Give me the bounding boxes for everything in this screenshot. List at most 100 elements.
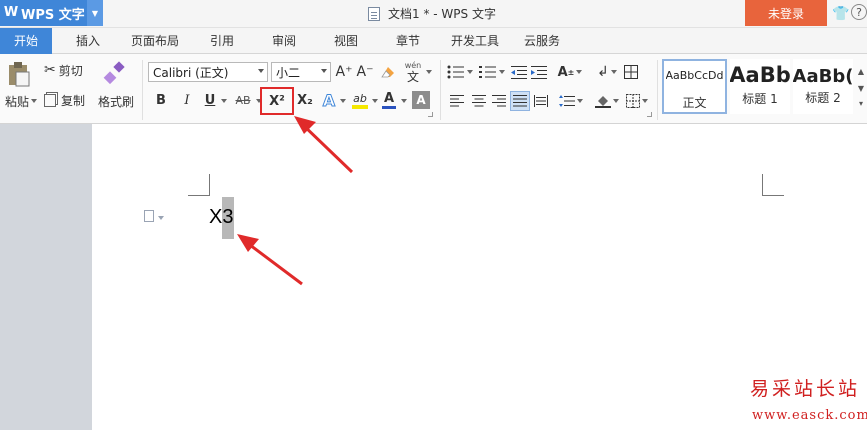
bold-button[interactable]: B xyxy=(152,90,170,110)
font-size-select[interactable]: 小二 xyxy=(271,62,331,82)
justify-icon[interactable] xyxy=(510,91,530,111)
tab-references[interactable]: 引用 xyxy=(196,28,248,54)
borders-icon[interactable] xyxy=(624,92,650,110)
format-painter-button[interactable]: 格式刷 xyxy=(96,92,136,110)
increase-indent-icon[interactable] xyxy=(530,62,548,82)
highlight-color-swatch xyxy=(352,104,368,109)
font-dialog-launcher[interactable] xyxy=(428,112,433,117)
text-effect-button[interactable]: A xyxy=(320,90,338,110)
tab-page-layout[interactable]: 页面布局 xyxy=(124,28,186,54)
font-color-button[interactable]: A xyxy=(380,90,398,110)
ribbon-tabs: 开始 插入 页面布局 引用 审阅 视图 章节 开发工具 云服务 xyxy=(0,28,867,54)
styles-scroll[interactable]: ▲ ▼ ▾ xyxy=(855,60,867,114)
help-icon[interactable]: ? xyxy=(851,4,867,20)
style-heading-1-label: 标题 1 xyxy=(742,92,778,106)
style-heading-1[interactable]: AaBb 标题 1 xyxy=(730,59,790,114)
paragraph-dialog-launcher[interactable] xyxy=(647,112,652,117)
pinyin-guide-button[interactable]: wén 文 xyxy=(402,58,424,86)
title-bar: W WPS 文字 ▼ 文档1 * - WPS 文字 未登录 👕 ? xyxy=(0,0,867,28)
strikethrough-button[interactable]: AB xyxy=(232,90,254,110)
tab-insert[interactable]: 插入 xyxy=(62,28,114,54)
scissors-icon: ✂ xyxy=(44,62,56,78)
clear-format-icon[interactable] xyxy=(378,62,398,82)
watermark-name: 易采站长站 xyxy=(750,378,861,400)
numbered-list-icon[interactable] xyxy=(478,62,506,82)
paragraph-options-icon[interactable] xyxy=(144,210,154,222)
highlighter-icon: ab xyxy=(353,91,367,105)
document-area: X3 xyxy=(0,124,867,430)
separator xyxy=(142,60,143,120)
shrink-font-button[interactable]: A⁻ xyxy=(356,62,374,82)
paste-label: 粘贴 xyxy=(4,94,29,109)
skin-shirt-icon[interactable]: 👕 xyxy=(832,6,849,22)
line-spacing-icon[interactable] xyxy=(558,92,584,110)
style-heading-1-sample: AaBb xyxy=(730,63,790,87)
separator xyxy=(657,60,658,120)
highlight-button[interactable]: ab xyxy=(350,90,370,110)
watermark-url: www.easck.com xyxy=(752,408,867,423)
paragraph-mark-icon[interactable]: ↲ xyxy=(594,62,620,82)
app-menu-button[interactable]: W WPS 文字 ▼ xyxy=(0,0,103,26)
style-normal-sample: AaBbCcDd xyxy=(665,69,724,82)
tab-cloud[interactable]: 云服务 xyxy=(514,28,570,54)
superscript-highlight-box xyxy=(260,87,294,115)
style-more-icon[interactable]: ▾ xyxy=(859,99,863,108)
paste-button[interactable]: 粘贴 xyxy=(2,92,40,110)
document-text[interactable]: X3 xyxy=(209,206,233,229)
font-color-letter: A xyxy=(383,90,395,106)
style-heading-2[interactable]: AaBb( 标题 2 xyxy=(793,59,853,114)
tab-section[interactable]: 章节 xyxy=(382,28,434,54)
char-shading-button[interactable]: A xyxy=(412,91,430,109)
paragraph-shading-icon[interactable] xyxy=(594,92,620,110)
document-text-line[interactable]: X3 xyxy=(209,206,233,229)
grow-font-button[interactable]: A⁺ xyxy=(335,62,353,82)
copy-label: 复制 xyxy=(61,93,86,108)
style-scroll-up-icon[interactable]: ▲ xyxy=(858,67,864,76)
table-grid-icon[interactable] xyxy=(622,62,640,82)
window-title-text: 文档1 * - WPS 文字 xyxy=(388,7,496,21)
italic-button[interactable]: I xyxy=(178,90,196,110)
login-button[interactable]: 未登录 xyxy=(745,0,827,26)
underline-button[interactable]: U xyxy=(202,90,218,110)
align-center-icon[interactable] xyxy=(470,92,488,110)
copy-icon xyxy=(44,93,56,107)
decrease-indent-icon[interactable] xyxy=(510,62,528,82)
font-family-select[interactable]: Calibri (正文) xyxy=(148,62,268,82)
font-family-value: Calibri (正文) xyxy=(153,65,229,80)
style-heading-2-label: 标题 2 xyxy=(805,91,841,105)
paste-icon[interactable] xyxy=(4,60,34,88)
margin-mark-right xyxy=(762,174,784,196)
tab-review[interactable]: 审阅 xyxy=(258,28,310,54)
margin-mark-left xyxy=(188,174,210,196)
font-size-value: 小二 xyxy=(276,65,301,80)
cut-label: 剪切 xyxy=(58,63,83,78)
subscript-button[interactable]: X₂ xyxy=(294,90,316,110)
separator xyxy=(440,60,441,120)
tab-home[interactable]: 开始 xyxy=(0,28,52,54)
cut-button[interactable]: ✂ 剪切 xyxy=(44,60,94,80)
style-normal[interactable]: AaBbCcDd 正文 xyxy=(662,59,727,114)
ribbon-toolbar: 粘贴 ✂ 剪切 复制 格式刷 Calibri (正文) 小二 A⁺ A⁻ wén… xyxy=(0,54,867,124)
bullet-list-icon[interactable] xyxy=(446,62,474,82)
document-icon xyxy=(368,6,380,21)
window-title: 文档1 * - WPS 文字 xyxy=(368,5,496,22)
wps-logo-icon: W xyxy=(3,5,19,20)
style-normal-label: 正文 xyxy=(682,96,707,110)
format-painter-icon[interactable] xyxy=(100,60,130,86)
tab-developer[interactable]: 开发工具 xyxy=(444,28,506,54)
pinyin-char: 文 xyxy=(406,69,419,84)
font-color-swatch xyxy=(382,105,396,109)
app-name: WPS 文字 xyxy=(21,7,85,23)
copy-button[interactable]: 复制 xyxy=(44,90,94,110)
pinyin-top: wén xyxy=(404,60,422,70)
align-left-icon[interactable] xyxy=(448,92,466,110)
align-right-icon[interactable] xyxy=(490,92,508,110)
paragraph-options-arrow-icon[interactable] xyxy=(158,216,164,220)
style-scroll-down-icon[interactable]: ▼ xyxy=(858,84,864,93)
distributed-align-icon[interactable] xyxy=(532,92,550,110)
text-direction-icon[interactable]: A ± xyxy=(556,62,584,82)
style-heading-2-sample: AaBb( xyxy=(793,66,853,87)
app-dropdown-icon[interactable]: ▼ xyxy=(87,0,103,26)
left-gutter xyxy=(0,124,92,430)
tab-view[interactable]: 视图 xyxy=(320,28,372,54)
